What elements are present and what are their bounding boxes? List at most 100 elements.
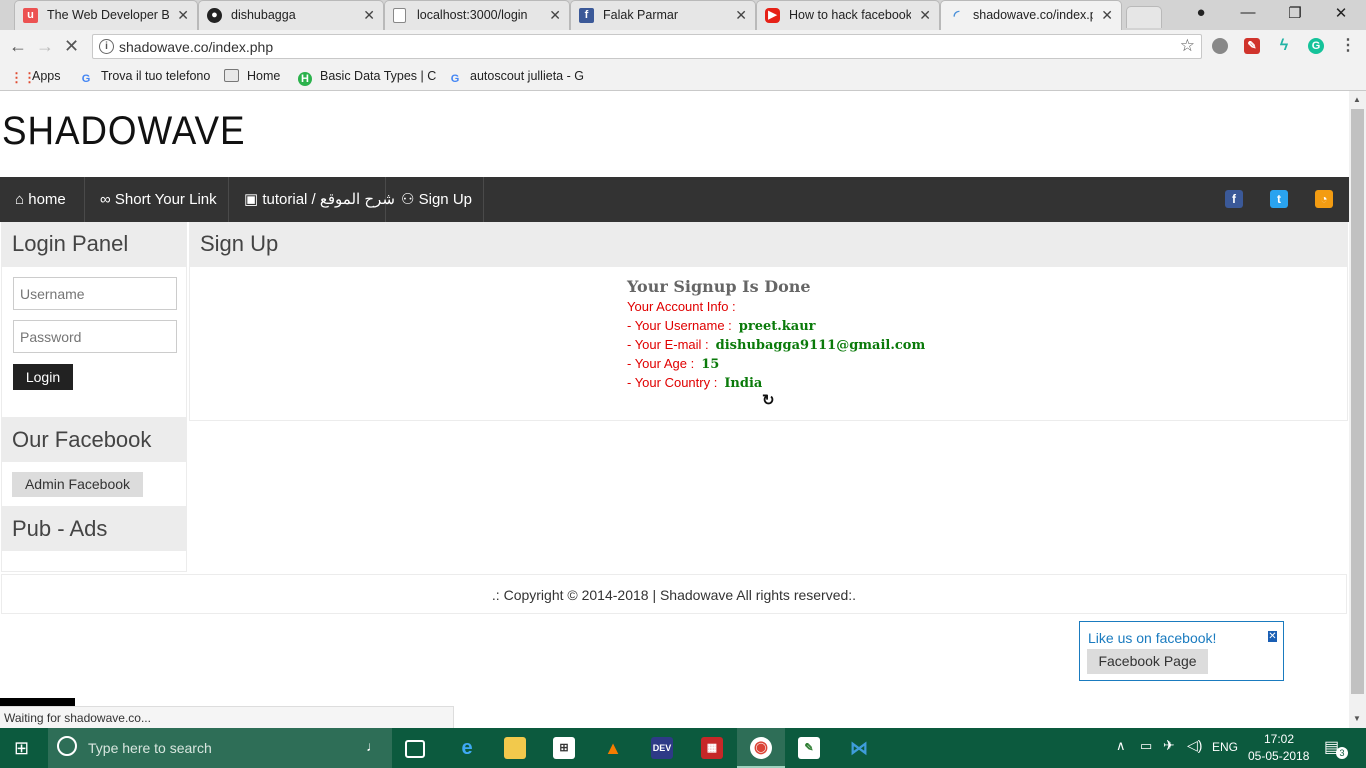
url-text: shadowave.co/index.php [119,39,274,55]
restore-icon[interactable]: ❐ [1285,4,1305,22]
google-icon: G [81,73,91,85]
home-icon: ⌂ [15,191,25,208]
clock-date[interactable]: 05-05-2018 [1248,749,1309,763]
tab-title: dishubagga [231,8,296,22]
tab-title: localhost:3000/login [417,8,528,22]
menu-icon[interactable]: ⋮ [1340,38,1356,54]
notification-count: 3 [1336,747,1348,759]
page-element-bar [0,698,75,706]
language-indicator[interactable]: ENG [1212,740,1238,754]
tab-title: shadowave.co/index.ph [973,8,1093,22]
tab-github[interactable]: ● dishubagga ✕ [198,0,384,30]
nav-home[interactable]: ⌂ home [0,177,85,222]
password-input[interactable] [13,320,177,353]
tab-localhost[interactable]: localhost:3000/login ✕ [384,0,570,30]
profile-icon[interactable]: ● [1191,4,1211,21]
minimize-icon[interactable]: — [1238,4,1258,21]
volume-icon[interactable]: ◁) [1187,737,1202,754]
microphone-icon[interactable]: ♩ [366,738,380,754]
taskbar-search[interactable]: Type here to search ♩ [48,728,392,768]
scroll-up-icon[interactable]: ▲ [1353,95,1361,104]
forward-icon[interactable]: → [36,36,54,57]
bookmark-home[interactable]: Home [224,69,280,83]
close-icon[interactable]: ✕ [1268,631,1277,642]
notepad-icon[interactable]: ✎ [798,737,820,759]
tab-title: The Web Developer Boo [47,8,169,22]
youtube-icon: ▶ [765,8,780,23]
scroll-down-icon[interactable]: ▼ [1353,714,1361,723]
clock-time[interactable]: 17:02 [1264,732,1294,746]
site-logo[interactable]: SHADOWAVE [2,109,245,154]
edge-icon[interactable]: e [456,737,478,759]
chrome-icon: ◉ [750,737,772,759]
bookmark-trova[interactable]: G Trova il tuo telefono [79,69,211,86]
nav-short-link[interactable]: ∞ Short Your Link [85,177,229,222]
close-icon[interactable]: ✕ [363,7,375,24]
extension-icon[interactable]: ✎ [1244,38,1260,54]
rss-icon[interactable]: ◔ [1315,190,1333,208]
bookmark-apps[interactable]: ⋮⋮Apps [10,69,61,85]
popup-text: Like us on facebook! [1088,630,1217,646]
nav-sign-up[interactable]: ⚇ Sign Up [386,177,484,222]
tab-web-developer[interactable]: u The Web Developer Boo ✕ [14,0,198,30]
login-panel-title: Login Panel [1,222,187,266]
close-icon[interactable]: ✕ [177,7,189,24]
tab-shadowave[interactable]: ◜ shadowave.co/index.ph ✕ [940,0,1122,30]
battery-icon[interactable]: ▭ [1140,738,1152,754]
windows-start-icon[interactable]: ⊞ [14,738,29,759]
grammarly-icon[interactable]: G [1308,38,1324,54]
back-icon[interactable]: ← [9,36,27,57]
stop-icon[interactable]: ✕ [64,36,79,57]
user-plus-icon: ⚇ [401,191,415,208]
signup-done-heading: Your Signup Is Done [627,277,811,296]
close-icon[interactable]: ✕ [1101,7,1113,24]
tab-title: Falak Parmar [603,8,679,22]
extension-icon[interactable] [1212,38,1228,54]
status-bubble: Waiting for shadowave.co... [0,706,454,728]
close-icon[interactable]: ✕ [549,7,561,24]
apps-grid-icon: ⋮⋮ [10,70,36,85]
bookmark-star-icon[interactable]: ☆ [1180,36,1195,56]
lightning-icon[interactable]: ϟ [1276,38,1292,54]
new-tab-button[interactable] [1126,6,1162,28]
refresh-icon: ↻ [762,392,775,409]
close-icon[interactable]: ✕ [919,7,931,24]
tab-falak[interactable]: f Falak Parmar ✕ [570,0,756,30]
page-content: SHADOWAVE ⌂ home ∞ Short Your Link ▣ tut… [0,91,1349,728]
app-icon[interactable]: ▦ [701,737,723,759]
login-button[interactable]: Login [13,364,73,390]
username-input[interactable] [13,277,177,310]
info-icon[interactable]: i [99,39,114,54]
vscode-icon[interactable]: ⋈ [848,737,870,759]
twitter-icon[interactable]: t [1270,190,1288,208]
devc-icon[interactable]: DEV [651,737,673,759]
country-row: - Your Country : India [627,375,763,391]
task-view-icon[interactable] [405,740,425,758]
page-icon [393,8,406,23]
tray-chevron-icon[interactable]: ∧ [1116,738,1126,754]
bookmarks-bar: ⋮⋮Apps G Trova il tuo telefono Home H Basi… [0,63,1366,91]
footer: .: Copyright © 2014-2018 | Shadowave All… [1,574,1347,614]
url-input[interactable]: i shadowave.co/index.php ☆ [92,34,1202,59]
tab-youtube[interactable]: ▶ How to hack facebook ✕ [756,0,940,30]
chrome-taskbar-button[interactable]: ◉ [737,728,785,768]
facebook-page-button[interactable]: Facebook Page [1087,649,1208,674]
taskbar: ⊞ Type here to search ♩ e ⊞ ▲ DEV ▦ ◉ ✎ … [0,728,1366,768]
bookmark-basic-data-types[interactable]: H Basic Data Types | C [298,69,436,86]
airplane-icon[interactable]: ✈ [1163,737,1175,754]
admin-facebook-button[interactable]: Admin Facebook [12,472,143,497]
github-icon: ● [207,8,222,23]
loading-icon: ◜ [953,7,960,23]
login-panel: Login [1,266,187,418]
store-icon[interactable]: ⊞ [553,737,575,759]
close-icon[interactable]: ✕ [735,7,747,24]
vlc-icon[interactable]: ▲ [602,737,624,759]
bookmark-autoscout[interactable]: Gautoscout jullieta - G [448,69,584,86]
nav-tutorial[interactable]: ▣ tutorial / شرح الموقع [229,177,395,222]
close-window-icon[interactable]: ✕ [1331,4,1351,22]
username-row: - Your Username : preet.kaur [627,318,816,334]
page-scrollbar[interactable]: ▲ ▼ [1349,91,1366,728]
facebook-icon[interactable]: f [1225,190,1243,208]
scroll-thumb[interactable] [1351,109,1364,694]
file-explorer-icon[interactable] [504,737,526,759]
